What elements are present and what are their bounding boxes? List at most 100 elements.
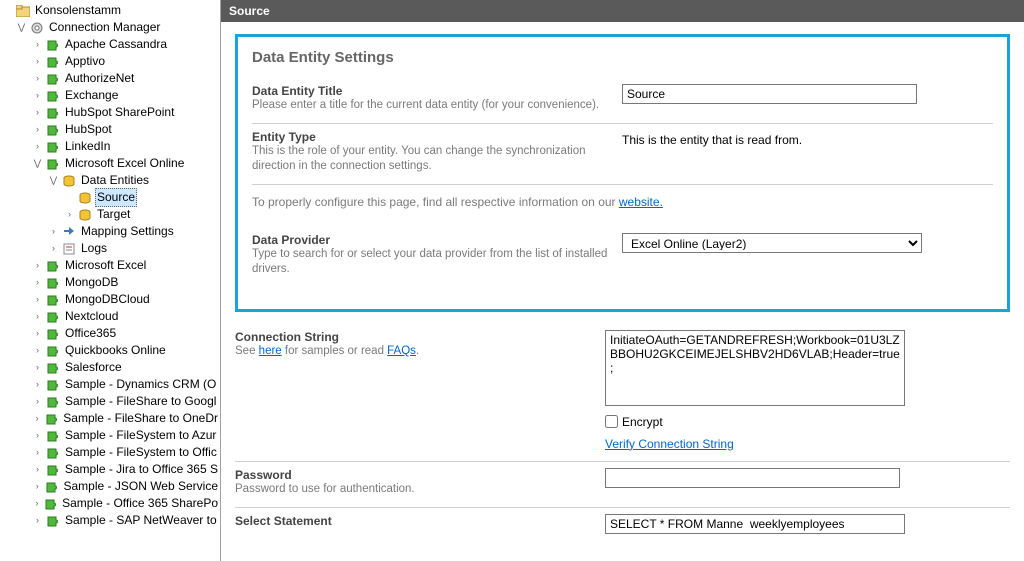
expander-closed-icon[interactable]: ›: [32, 498, 42, 509]
password-desc: Password to use for authentication.: [235, 482, 595, 497]
tree-rest-3[interactable]: ›Nextcloud: [0, 308, 220, 325]
tree-node-icon: [45, 360, 61, 376]
verify-connection-link[interactable]: Verify Connection String: [605, 437, 734, 451]
tree-rest-1[interactable]: ›MongoDB: [0, 274, 220, 291]
tree-node-label: LinkedIn: [63, 138, 112, 155]
folder-icon: [15, 3, 31, 19]
expander-closed-icon[interactable]: ›: [32, 107, 43, 118]
tree-node-label: Exchange: [63, 87, 120, 104]
expander-closed-icon[interactable]: ›: [32, 141, 43, 152]
connection-string-input[interactable]: InitiateOAuth=GETANDREFRESH;Workbook=01U…: [605, 330, 905, 406]
tree-source[interactable]: ›Source: [0, 189, 220, 206]
expander-closed-icon[interactable]: ›: [32, 430, 43, 441]
tree-item-6[interactable]: › LinkedIn: [0, 138, 220, 155]
here-link[interactable]: here: [259, 345, 282, 357]
tree-node-icon: [45, 394, 61, 410]
tree-item-0[interactable]: ›Apache Cassandra: [0, 36, 220, 53]
expander-open-icon[interactable]: ⋁: [48, 175, 59, 186]
tree-node-label: Sample - JSON Web Service: [62, 478, 221, 495]
tree-rest-15[interactable]: ›Sample - SAP NetWeaver to: [0, 512, 220, 529]
tree-excel-online[interactable]: ⋁Microsoft Excel Online: [0, 155, 220, 172]
expander-open-icon[interactable]: ⋁: [16, 22, 27, 33]
tree-node-icon: [44, 479, 59, 495]
tree-rest-8[interactable]: ›Sample - FileShare to Googl: [0, 393, 220, 410]
tree-node-icon: [45, 292, 61, 308]
expander-closed-icon[interactable]: ›: [64, 209, 75, 220]
expander-closed-icon[interactable]: ›: [32, 73, 43, 84]
tree-rest-10[interactable]: ›Sample - FileSystem to Azur: [0, 427, 220, 444]
tree-rest-2[interactable]: › MongoDBCloud: [0, 291, 220, 308]
tree-rest-7[interactable]: › Sample - Dynamics CRM (O: [0, 376, 220, 393]
expander-closed-icon[interactable]: ›: [32, 447, 43, 458]
tree-item-4[interactable]: ›HubSpot SharePoint: [0, 104, 220, 121]
tree-item-3[interactable]: › Exchange: [0, 87, 220, 104]
website-link[interactable]: website.: [619, 195, 663, 209]
select-statement-input[interactable]: SELECT * FROM Manne weeklyemployees: [605, 514, 905, 534]
tree-node-label: Target: [95, 206, 132, 223]
section-title: Data Entity Settings: [252, 49, 993, 66]
expander-closed-icon[interactable]: ›: [32, 362, 43, 373]
expander-closed-icon[interactable]: ›: [32, 39, 43, 50]
tree-node-label: Data Entities: [79, 172, 151, 189]
tree-item-1[interactable]: ›Apptivo: [0, 53, 220, 70]
expander-closed-icon[interactable]: ›: [32, 260, 43, 271]
expander-closed-icon[interactable]: ›: [32, 464, 43, 475]
tree-rest-4[interactable]: ›Office365: [0, 325, 220, 342]
tree-rest-11[interactable]: ›Sample - FileSystem to Offic: [0, 444, 220, 461]
tree-logs[interactable]: ›Logs: [0, 240, 220, 257]
expander-closed-icon[interactable]: ›: [32, 345, 43, 356]
config-info-text: To properly configure this page, find al…: [252, 185, 993, 227]
password-input[interactable]: [605, 468, 900, 488]
tree-node-icon: [77, 207, 93, 223]
expander-closed-icon[interactable]: ›: [32, 515, 43, 526]
expander-closed-icon[interactable]: ›: [32, 481, 42, 492]
expander-closed-icon[interactable]: ›: [32, 328, 43, 339]
tree-connection-manager[interactable]: ⋁ Connection Manager: [0, 19, 220, 36]
tree-node-label: HubSpot: [63, 121, 114, 138]
tree-node-icon: [45, 377, 61, 393]
encrypt-checkbox[interactable]: [605, 415, 618, 428]
expander-closed-icon[interactable]: ›: [32, 311, 43, 322]
expander-closed-icon[interactable]: ›: [32, 56, 43, 67]
tree-rest-0[interactable]: ›Microsoft Excel: [0, 257, 220, 274]
tree-node-icon: [45, 445, 61, 461]
tree-node-icon: [45, 275, 61, 291]
expander-closed-icon[interactable]: ›: [32, 396, 43, 407]
tree-panel: ▶ Konsolenstamm ⋁: [0, 0, 220, 561]
expander-closed-icon[interactable]: ›: [32, 277, 43, 288]
tree-node-icon: [45, 105, 61, 121]
expander-closed-icon[interactable]: ›: [32, 379, 43, 390]
tree-rest-5[interactable]: › Quickbooks Online: [0, 342, 220, 359]
tree-rest-13[interactable]: › Sample - JSON Web Service: [0, 478, 220, 495]
entity-title-input[interactable]: [622, 84, 917, 104]
expander-closed-icon[interactable]: ›: [48, 226, 59, 237]
tree-node-icon: [61, 224, 77, 240]
faqs-link[interactable]: FAQs: [387, 345, 416, 357]
tree-node-label: Sample - Dynamics CRM (O: [63, 376, 218, 393]
tree-item-2[interactable]: ›AuthorizeNet: [0, 70, 220, 87]
data-provider-select[interactable]: Excel Online (Layer2): [622, 233, 922, 253]
expander-closed-icon[interactable]: ›: [48, 243, 59, 254]
tree-rest-6[interactable]: ›Salesforce: [0, 359, 220, 376]
expander-closed-icon[interactable]: ›: [32, 413, 42, 424]
tree-rest-9[interactable]: ›Sample - FileShare to OneDr: [0, 410, 220, 427]
tree-node-icon: [45, 139, 61, 155]
tree-node-icon: [61, 173, 77, 189]
tree-mapping[interactable]: ›Mapping Settings: [0, 223, 220, 240]
tree-node-icon: [77, 190, 93, 206]
tree-node-label: MongoDBCloud: [63, 291, 152, 308]
password-label: Password: [235, 468, 595, 482]
expander-closed-icon[interactable]: ›: [32, 294, 43, 305]
tree-item-5[interactable]: › HubSpot: [0, 121, 220, 138]
tree-root[interactable]: ▶ Konsolenstamm: [0, 2, 220, 19]
expander-closed-icon[interactable]: ›: [32, 90, 43, 101]
expander-closed-icon[interactable]: ›: [32, 124, 43, 135]
expander-open-icon[interactable]: ⋁: [32, 158, 43, 169]
main-panel: Source Data Entity Settings Data Entity …: [220, 0, 1024, 561]
tree-data-entities[interactable]: ⋁ Data Entities: [0, 172, 220, 189]
tree-node-icon: [45, 156, 61, 172]
tree-rest-14[interactable]: ›Sample - Office 365 SharePo: [0, 495, 220, 512]
tree-node-label: Quickbooks Online: [63, 342, 168, 359]
tree-rest-12[interactable]: ›Sample - Jira to Office 365 S: [0, 461, 220, 478]
tree-target[interactable]: › Target: [0, 206, 220, 223]
